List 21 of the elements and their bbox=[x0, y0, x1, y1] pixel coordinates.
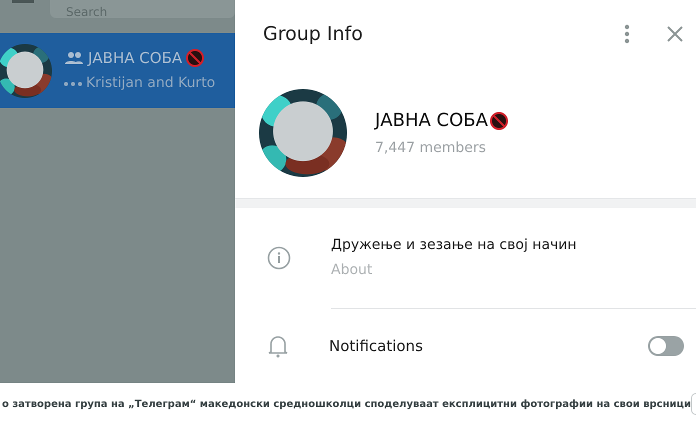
member-count: 7,447 members bbox=[375, 139, 487, 158]
close-icon[interactable] bbox=[666, 25, 684, 43]
restricted-icon bbox=[186, 49, 204, 67]
notifications-label: Notifications bbox=[329, 336, 424, 357]
caption-text: о затворена група на „Телеграм“ македонски средношколци споделуваат експлицитни фотографии на свои врсници bbox=[1, 398, 691, 412]
typing-status: Kristijan and Kurto bbox=[86, 74, 216, 94]
scroll-button[interactable] bbox=[690, 393, 696, 415]
more-icon[interactable] bbox=[624, 24, 630, 44]
toggle-switch[interactable] bbox=[648, 336, 684, 356]
group-icon bbox=[64, 51, 84, 65]
panel-title: Group Info bbox=[263, 22, 364, 47]
restricted-icon bbox=[490, 112, 508, 130]
bell-icon bbox=[267, 334, 289, 358]
menu-icon[interactable] bbox=[12, 0, 34, 6]
about-text: Дружење и зезање на свој начин bbox=[331, 236, 577, 255]
chat-item[interactable]: ЈАВНА СОБА Kristijan and Kurto bbox=[0, 33, 235, 108]
info-icon bbox=[267, 246, 291, 270]
about-label: About bbox=[331, 261, 374, 280]
typing-icon bbox=[64, 82, 82, 86]
chat-name: ЈАВНА СОБА bbox=[88, 48, 182, 69]
group-name: ЈАВНА СОБА bbox=[375, 109, 488, 133]
